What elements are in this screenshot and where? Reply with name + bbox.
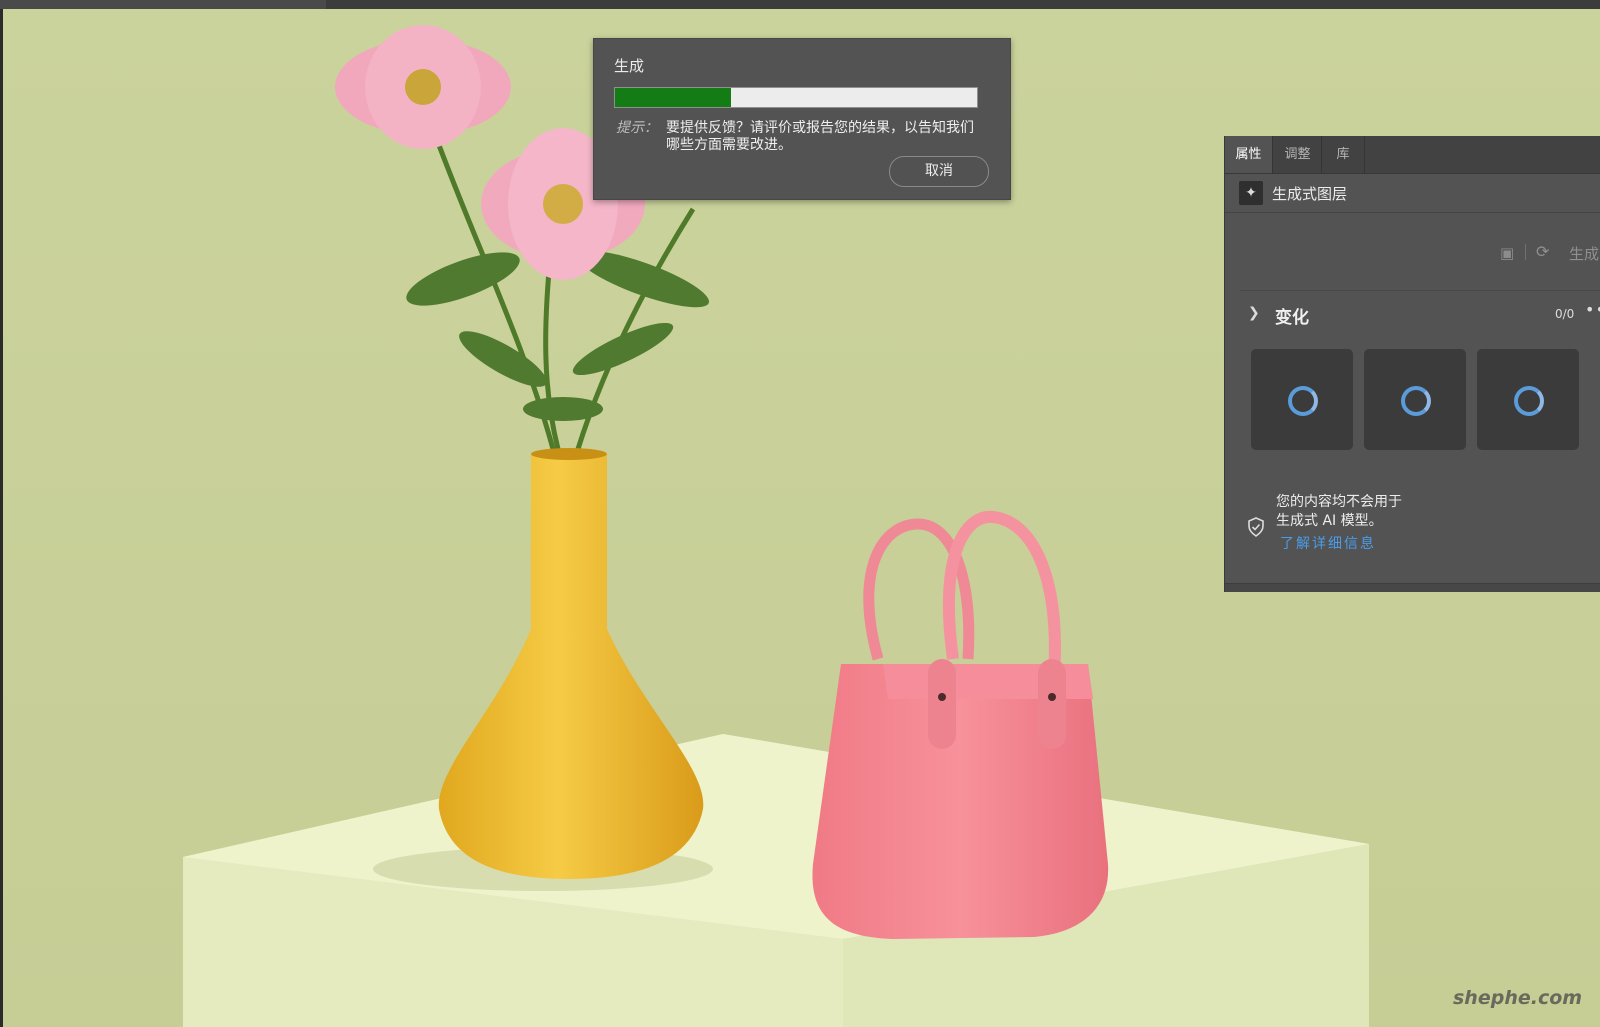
panel-tabs: 属性 调整 库 <box>1225 136 1600 174</box>
progress-bar <box>614 87 978 108</box>
more-options-icon[interactable]: ••• <box>1585 300 1600 319</box>
layer-type-label: 生成式图层 <box>1272 185 1348 203</box>
document-tab[interactable] <box>0 0 326 9</box>
layer-type-row: ✦ 生成式图层 <box>1225 174 1600 213</box>
loading-spinner-icon <box>1401 386 1431 416</box>
pink-handbag <box>812 510 1109 939</box>
yellow-vase <box>438 448 704 879</box>
properties-panel: 属性 调整 库 ✦ 生成式图层 ▣ ⟳ 生成 ❯ 变化 0/0 ••• 您的内容… <box>1224 136 1600 592</box>
content-privacy-notice: 您的内容均不会用于 生成式 AI 模型。 <box>1276 493 1476 531</box>
loading-spinner-icon <box>1514 386 1544 416</box>
reference-image-icon[interactable]: ▣ <box>1500 244 1518 262</box>
panel-resize-handle[interactable] <box>1225 583 1600 592</box>
generate-divider <box>1525 244 1526 260</box>
pedestal <box>183 734 1369 1027</box>
tab-properties[interactable]: 属性 <box>1225 136 1272 173</box>
notice-line-1: 您的内容均不会用于 <box>1276 494 1402 510</box>
document-tab-bar <box>0 0 1600 9</box>
tip-text: 要提供反馈？请评价或报告您的结果，以告知我们哪些方面需要改进。 <box>666 120 974 153</box>
variations-header[interactable]: ❯ 变化 0/0 ••• <box>1225 298 1600 332</box>
variation-thumbnail[interactable] <box>1477 349 1579 450</box>
learn-more-link[interactable]: 了解详细信息 <box>1280 533 1376 553</box>
generate-icon[interactable]: ⟳ <box>1536 242 1549 261</box>
variations-count: 0/0 <box>1555 307 1575 321</box>
generative-layer-icon: ✦ <box>1239 181 1263 205</box>
generate-button[interactable]: 生成 <box>1569 243 1599 264</box>
tip-label: 提示： <box>616 120 658 136</box>
section-divider <box>1240 290 1600 291</box>
generate-progress-dialog: 生成 提示： 要提供反馈？请评价或报告您的结果，以告知我们哪些方面需要改进。 取… <box>593 38 1011 200</box>
generate-controls: ▣ ⟳ 生成 <box>1225 214 1600 266</box>
feedback-tip: 提示： 要提供反馈？请评价或报告您的结果，以告知我们哪些方面需要改进。 <box>616 120 981 154</box>
dialog-title: 生成 <box>614 57 645 75</box>
shield-check-icon <box>1248 517 1264 537</box>
progress-bar-fill <box>615 88 731 107</box>
tab-adjustments[interactable]: 调整 <box>1272 136 1322 173</box>
watermark: shephe.com <box>1453 987 1583 1009</box>
notice-line-2: 生成式 AI 模型。 <box>1276 513 1383 529</box>
gerbera-flower-top <box>335 25 511 149</box>
tab-libraries[interactable]: 库 <box>1321 136 1365 173</box>
variation-thumbnail[interactable] <box>1364 349 1466 450</box>
variation-thumbnail[interactable] <box>1251 349 1353 450</box>
loading-spinner-icon <box>1288 386 1318 416</box>
cancel-button[interactable]: 取消 <box>889 156 989 187</box>
chevron-down-icon[interactable]: ❯ <box>1248 305 1260 321</box>
variations-title: 变化 <box>1275 308 1309 328</box>
